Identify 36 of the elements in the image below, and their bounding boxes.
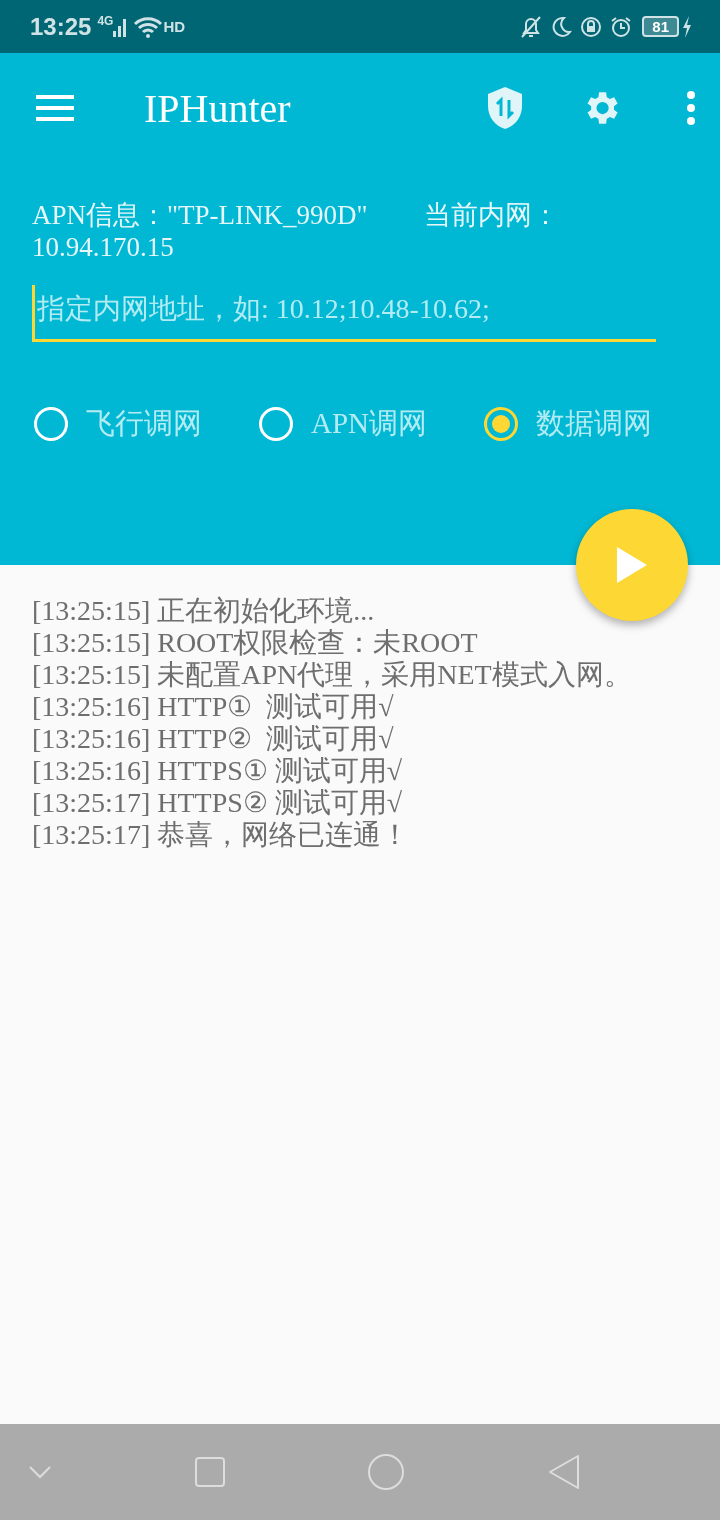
status-time: 13:25 <box>30 12 92 41</box>
more-icon[interactable] <box>686 91 696 125</box>
intranet-address: 10.94.170.15 <box>32 232 174 262</box>
signal-icon <box>113 16 128 37</box>
wifi-icon <box>133 15 164 38</box>
shield-icon[interactable] <box>486 86 524 130</box>
mode-radio[interactable]: 数据调网 <box>484 404 709 444</box>
moon-icon <box>550 15 573 38</box>
log-line: [13:25:16] HTTP① 测试可用√ <box>32 691 395 723</box>
play-icon <box>617 547 647 583</box>
log-line: [13:25:17] 恭喜，网络已连通！ <box>32 819 411 851</box>
intranet-label: 当前内网： <box>423 200 559 230</box>
network-type: 4G <box>97 14 114 28</box>
log-line: [13:25:15] 正在初始化环境... <box>32 595 376 627</box>
rotation-lock-icon <box>580 15 603 38</box>
menu-icon[interactable] <box>36 95 74 121</box>
log-line: [13:25:16] HTTPS① 测试可用√ <box>32 755 404 787</box>
bell-off-icon <box>520 14 543 39</box>
log-line: [13:25:15] ROOT权限检查：未ROOT <box>32 627 479 659</box>
mode-radio[interactable]: 飞行调网 <box>34 404 259 444</box>
log-line: [13:25:17] HTTPS② 测试可用√ <box>32 787 404 819</box>
battery-level: 81 <box>642 16 679 37</box>
back-icon[interactable] <box>547 1454 580 1490</box>
apn-info: APN信息："TP-LINK_990D" <box>32 200 368 230</box>
hd-label: HD <box>163 18 186 35</box>
address-input-field[interactable]: 指定内网地址，如: 10.12;10.48-10.62; <box>32 285 656 342</box>
home-icon[interactable] <box>367 1453 406 1491</box>
log-line: [13:25:15] 未配置APN代理，采用NET模式入网。 <box>32 659 633 691</box>
chevron-down-icon[interactable] <box>28 1465 52 1479</box>
play-button[interactable] <box>576 509 688 621</box>
alarm-icon <box>610 15 633 38</box>
recents-icon[interactable] <box>194 1457 225 1487</box>
app-title: IPHunter <box>144 84 292 132</box>
mode-radio[interactable]: APN调网 <box>259 404 484 444</box>
log-line: [13:25:16] HTTP② 测试可用√ <box>32 723 395 755</box>
charging-icon <box>682 15 692 38</box>
